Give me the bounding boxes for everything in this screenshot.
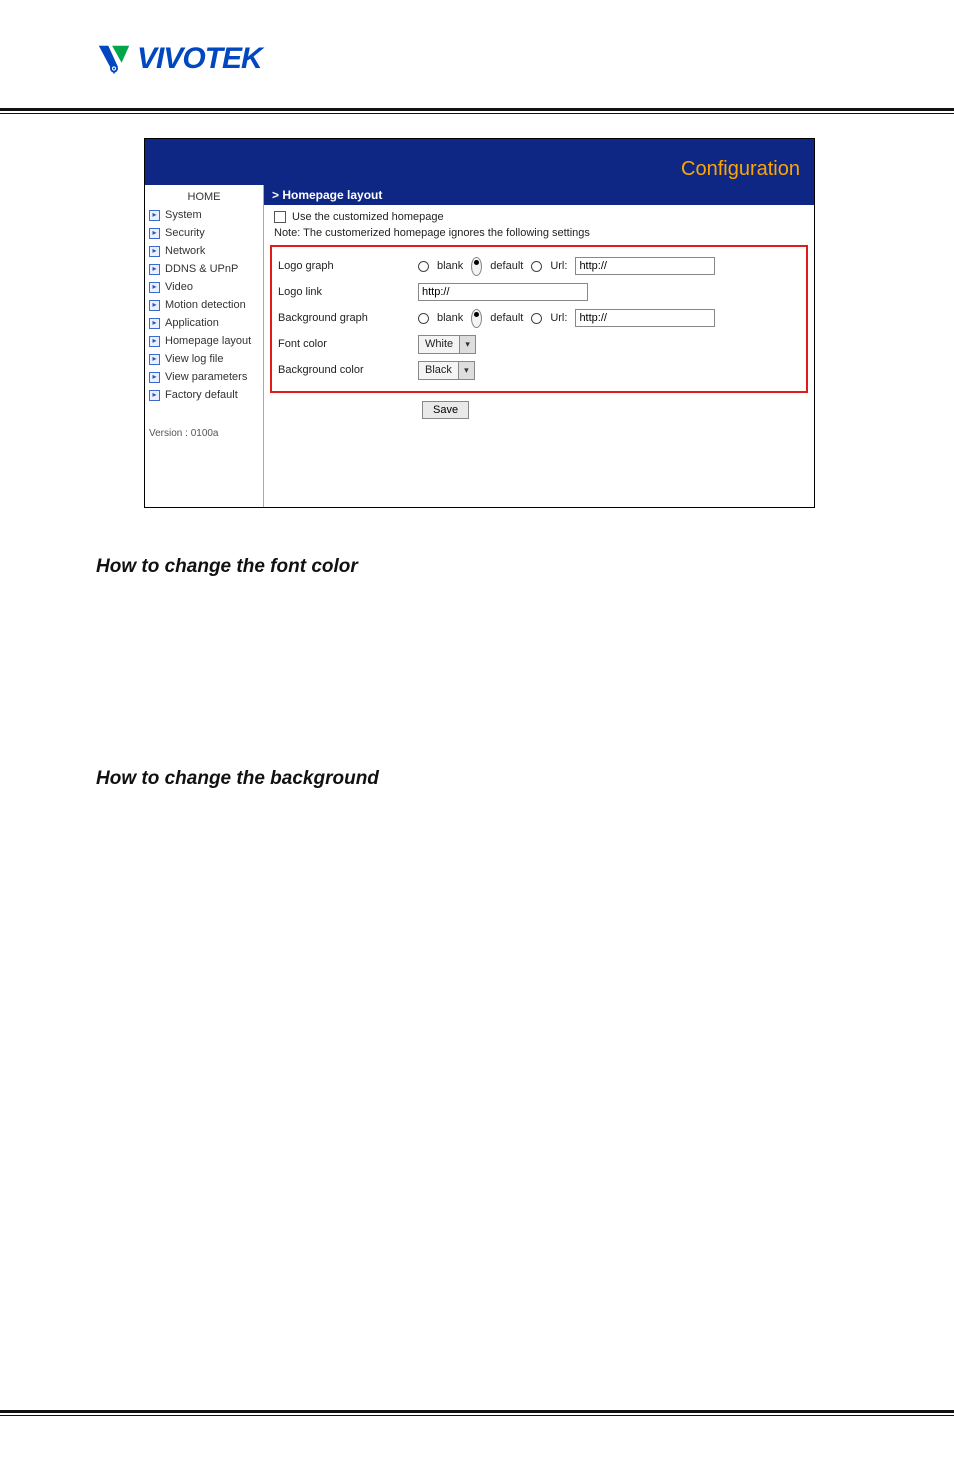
radio-label-blank: blank [437, 260, 463, 272]
radio-label-url: Url: [550, 260, 567, 272]
radio-label-blank: blank [437, 312, 463, 324]
logo-graph-url-radio[interactable] [531, 261, 542, 272]
arrow-right-icon: ▸ [149, 300, 160, 311]
logo-link-input[interactable] [418, 283, 588, 301]
arrow-right-icon: ▸ [149, 228, 160, 239]
logo-area: VIVOTEK [0, 0, 954, 98]
sidebar-item-label: Factory default [165, 389, 238, 401]
logo-graph-label: Logo graph [278, 260, 410, 272]
sidebar-item-label: View parameters [165, 371, 247, 383]
background-color-row: Background color Black ▾ [278, 357, 798, 383]
logo-link-row: Logo link [278, 279, 798, 305]
vivotek-logo: VIVOTEK [95, 40, 954, 78]
background-graph-default-radio[interactable] [471, 309, 482, 328]
sidebar-item-view-log-file[interactable]: ▸ View log file [145, 350, 263, 368]
doc-heading-background: How to change the background [96, 768, 954, 790]
bottom-divider [0, 1410, 954, 1416]
logo-graph-blank-radio[interactable] [418, 261, 429, 272]
chevron-down-icon: ▾ [459, 336, 475, 353]
doc-heading-font-color: How to change the font color [96, 556, 954, 578]
sidebar-item-label: Network [165, 245, 205, 257]
version-text: Version : 0100a [145, 404, 263, 439]
sidebar-item-label: Security [165, 227, 205, 239]
sidebar-item-network[interactable]: ▸ Network [145, 242, 263, 260]
arrow-right-icon: ▸ [149, 336, 160, 347]
logo-text: VIVOTEK [137, 42, 262, 76]
use-customized-label: Use the customized homepage [292, 211, 444, 223]
background-graph-url-input[interactable] [575, 309, 715, 327]
background-color-select[interactable]: Black ▾ [418, 361, 475, 380]
logo-mark-icon [95, 40, 133, 78]
sidebar-item-label: Video [165, 281, 193, 293]
arrow-right-icon: ▸ [149, 390, 160, 401]
sidebar-item-view-parameters[interactable]: ▸ View parameters [145, 368, 263, 386]
sidebar-item-security[interactable]: ▸ Security [145, 224, 263, 242]
chevron-down-icon: ▾ [458, 362, 474, 379]
font-color-value: White [419, 338, 459, 350]
sidebar-item-application[interactable]: ▸ Application [145, 314, 263, 332]
sidebar-item-video[interactable]: ▸ Video [145, 278, 263, 296]
arrow-right-icon: ▸ [149, 318, 160, 329]
sidebar-item-factory-default[interactable]: ▸ Factory default [145, 386, 263, 404]
sidebar: HOME ▸ System ▸ Security ▸ Network ▸ DDN… [145, 185, 264, 507]
sidebar-item-homepage-layout[interactable]: ▸ Homepage layout [145, 332, 263, 350]
arrow-right-icon: ▸ [149, 282, 160, 293]
background-color-value: Black [419, 364, 458, 376]
sidebar-item-system[interactable]: ▸ System [145, 206, 263, 224]
background-graph-url-radio[interactable] [531, 313, 542, 324]
use-customized-row: Use the customized homepage [270, 207, 808, 225]
sidebar-item-label: System [165, 209, 202, 221]
sidebar-item-label: Application [165, 317, 219, 329]
logo-graph-default-radio[interactable] [471, 257, 482, 276]
sidebar-item-label: DDNS & UPnP [165, 263, 238, 275]
font-color-row: Font color White ▾ [278, 331, 798, 357]
panel-title: Configuration [145, 139, 814, 185]
arrow-right-icon: ▸ [149, 210, 160, 221]
configuration-panel: Configuration HOME ▸ System ▸ Security ▸… [144, 138, 815, 508]
section-title: > Homepage layout [264, 185, 814, 205]
sidebar-item-label: Motion detection [165, 299, 246, 311]
font-color-select[interactable]: White ▾ [418, 335, 476, 354]
sidebar-item-motion-detection[interactable]: ▸ Motion detection [145, 296, 263, 314]
arrow-right-icon: ▸ [149, 246, 160, 257]
settings-group: Logo graph blank default Url: [270, 245, 808, 393]
use-customized-checkbox[interactable] [274, 211, 286, 223]
logo-graph-url-input[interactable] [575, 257, 715, 275]
sidebar-home[interactable]: HOME [145, 185, 263, 206]
arrow-right-icon: ▸ [149, 264, 160, 275]
background-graph-row: Background graph blank default Url: [278, 305, 798, 331]
radio-label-default: default [490, 312, 523, 324]
radio-label-url: Url: [550, 312, 567, 324]
note-text: Note: The customerized homepage ignores … [270, 225, 808, 245]
font-color-label: Font color [278, 338, 410, 350]
save-button[interactable]: Save [422, 401, 469, 419]
sidebar-item-ddns-upnp[interactable]: ▸ DDNS & UPnP [145, 260, 263, 278]
content-area: > Homepage layout Use the customized hom… [264, 185, 814, 507]
background-graph-blank-radio[interactable] [418, 313, 429, 324]
sidebar-item-label: View log file [165, 353, 224, 365]
logo-link-label: Logo link [278, 286, 410, 298]
radio-label-default: default [490, 260, 523, 272]
top-divider [0, 108, 954, 114]
arrow-right-icon: ▸ [149, 354, 160, 365]
background-graph-label: Background graph [278, 312, 410, 324]
background-color-label: Background color [278, 364, 410, 376]
sidebar-item-label: Homepage layout [165, 335, 251, 347]
panel-title-text: Configuration [681, 158, 800, 181]
logo-graph-row: Logo graph blank default Url: [278, 253, 798, 279]
arrow-right-icon: ▸ [149, 372, 160, 383]
